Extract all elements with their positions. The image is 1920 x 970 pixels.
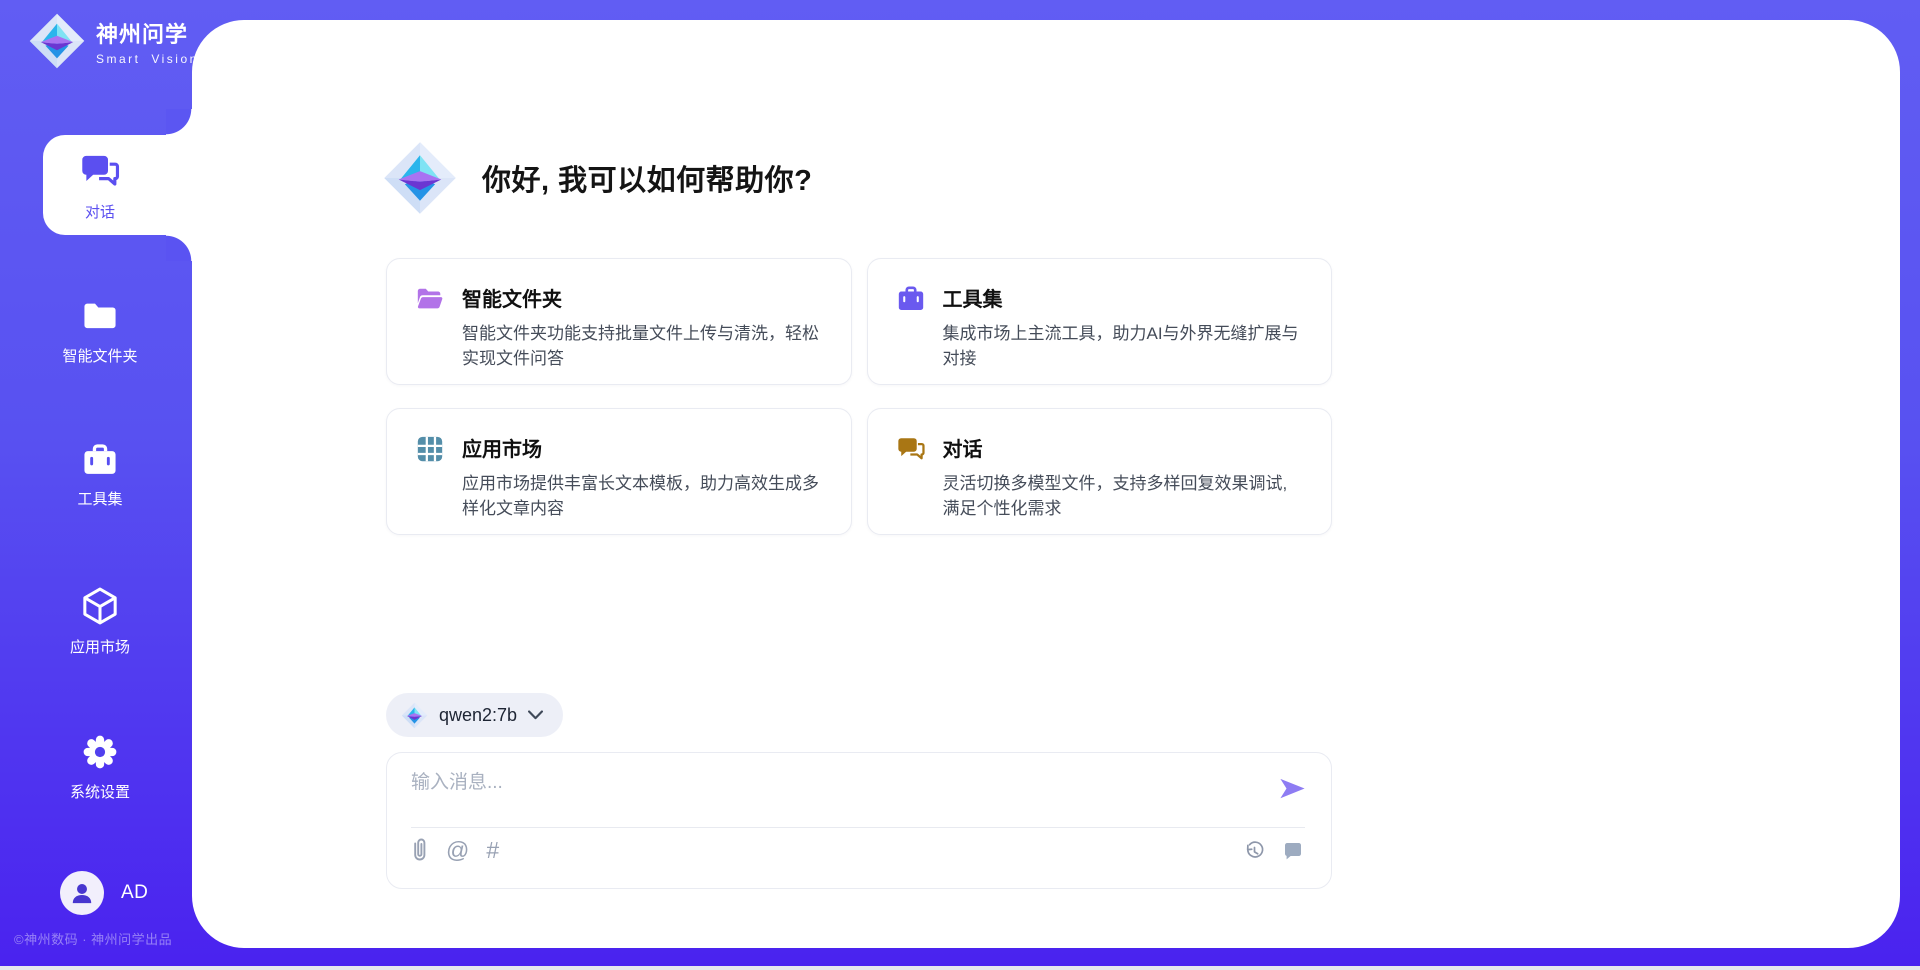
tab-fillet-bottom <box>166 235 192 261</box>
page-greeting: 你好, 我可以如何帮助你? <box>382 140 812 216</box>
sidebar-item-settings[interactable]: 系统设置 <box>20 732 180 802</box>
sidebar-item-smart-folder[interactable]: 智能文件夹 <box>20 298 180 366</box>
card-title: 智能文件夹 <box>462 283 823 312</box>
chat-bubble-icon <box>1281 839 1305 863</box>
message-input[interactable] <box>411 765 1231 801</box>
sidebar-item-label: 对话 <box>85 201 115 222</box>
card-smart-folder[interactable]: 智能文件夹 智能文件夹功能支持批量文件上传与清洗，轻松实现文件问答 <box>386 258 852 385</box>
card-description: 灵活切换多模型文件，支持多样回复效果调试,满足个性化需求 <box>943 471 1304 521</box>
person-icon <box>69 880 95 906</box>
gem-logo-icon <box>382 140 458 216</box>
grid-icon <box>415 434 445 464</box>
cube-icon <box>79 585 121 627</box>
sidebar-item-label: 系统设置 <box>70 781 130 802</box>
composer-tools-left: @ # <box>411 837 499 863</box>
user-initials: AD <box>121 882 148 904</box>
hash-icon: # <box>486 839 499 862</box>
card-description: 应用市场提供丰富长文本模板，助力高效生成多样化文章内容 <box>462 471 823 521</box>
brand-text: 神州问学 Smart Vision <box>96 17 199 66</box>
card-title: 工具集 <box>943 283 1304 312</box>
chevron-down-icon <box>528 710 543 720</box>
card-title: 应用市场 <box>462 433 823 462</box>
brand-subtitle: Smart Vision <box>96 52 199 66</box>
composer-divider <box>411 827 1305 828</box>
composer-tools-right <box>1243 839 1305 863</box>
feedback-button[interactable] <box>1281 839 1305 863</box>
topic-button[interactable]: # <box>486 839 499 862</box>
avatar <box>60 871 104 915</box>
sidebar-item-label: 应用市场 <box>70 636 130 657</box>
model-selector[interactable]: qwen2:7b <box>386 693 563 737</box>
card-body: 智能文件夹 智能文件夹功能支持批量文件上传与清洗，轻松实现文件问答 <box>462 283 823 360</box>
attach-button[interactable] <box>411 837 429 863</box>
send-icon <box>1277 773 1308 804</box>
toolbox-icon <box>896 284 926 314</box>
model-name: qwen2:7b <box>439 705 517 726</box>
window-bottom-edge <box>0 966 1920 970</box>
gem-logo-icon <box>401 702 428 729</box>
footer-credit: ©神州数码 · 神州问学出品 <box>14 929 214 948</box>
card-description: 智能文件夹功能支持批量文件上传与清洗，轻松实现文件问答 <box>462 321 823 371</box>
history-icon <box>1243 840 1266 863</box>
chat-icon <box>896 434 926 464</box>
chat-icon <box>79 150 121 192</box>
card-description: 集成市场上主流工具，助力AI与外界无缝扩展与对接 <box>943 321 1304 371</box>
feature-cards: 智能文件夹 智能文件夹功能支持批量文件上传与清洗，轻松实现文件问答 工具集 集成… <box>386 258 1332 535</box>
tab-fillet-top <box>166 109 192 135</box>
gear-icon <box>80 732 120 772</box>
toolbox-icon <box>80 441 120 479</box>
message-composer: @ # <box>386 752 1332 889</box>
sidebar-item-toolset[interactable]: 工具集 <box>20 441 180 509</box>
brand-logo: 神州问学 Smart Vision <box>28 12 199 70</box>
history-button[interactable] <box>1243 840 1266 863</box>
sidebar-item-app-market[interactable]: 应用市场 <box>20 585 180 657</box>
greeting-title: 你好, 我可以如何帮助你? <box>482 157 812 199</box>
card-app-market[interactable]: 应用市场 应用市场提供丰富长文本模板，助力高效生成多样化文章内容 <box>386 408 852 535</box>
card-body: 工具集 集成市场上主流工具，助力AI与外界无缝扩展与对接 <box>943 283 1304 360</box>
card-body: 应用市场 应用市场提供丰富长文本模板，助力高效生成多样化文章内容 <box>462 433 823 510</box>
gem-logo-icon <box>28 12 86 70</box>
card-chat[interactable]: 对话 灵活切换多模型文件，支持多样回复效果调试,满足个性化需求 <box>867 408 1333 535</box>
sidebar-item-label: 智能文件夹 <box>62 345 137 366</box>
user-profile[interactable]: AD <box>60 871 148 915</box>
folder-icon <box>80 298 120 336</box>
folder-open-icon <box>415 284 445 314</box>
card-title: 对话 <box>943 433 1304 462</box>
card-toolset[interactable]: 工具集 集成市场上主流工具，助力AI与外界无缝扩展与对接 <box>867 258 1333 385</box>
mention-button[interactable]: @ <box>446 839 469 862</box>
sidebar-item-label: 工具集 <box>77 488 122 509</box>
sidebar-item-chat[interactable]: 对话 <box>20 150 180 222</box>
send-button[interactable] <box>1275 771 1309 805</box>
card-body: 对话 灵活切换多模型文件，支持多样回复效果调试,满足个性化需求 <box>943 433 1304 510</box>
brand-name: 神州问学 <box>96 17 199 49</box>
app-frame: 神州问学 Smart Vision 对话 智能文件夹 工具集 应用市场 <box>0 0 1920 970</box>
at-icon: @ <box>446 839 469 862</box>
paperclip-icon <box>411 837 429 863</box>
